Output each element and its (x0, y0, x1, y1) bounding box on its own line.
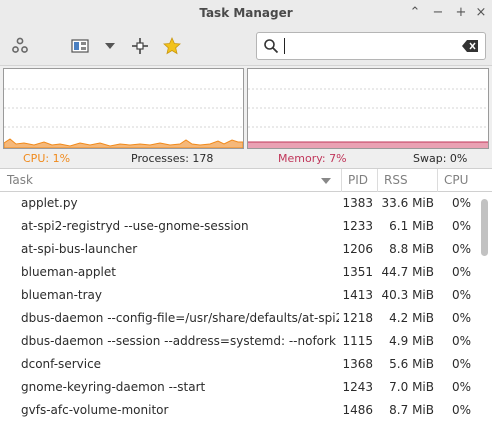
task-pid: 1233 (342, 219, 373, 233)
task-rss: 44.7 MiB (381, 265, 434, 279)
task-name: blueman-applet (21, 265, 116, 279)
task-cpu: 0% (451, 196, 471, 210)
task-name: gvfs-afc-volume-monitor (21, 403, 169, 417)
favorite-star-icon[interactable] (161, 35, 183, 57)
task-pid: 1383 (342, 196, 373, 210)
maximize-icon[interactable]: + (453, 5, 469, 21)
task-cpu: 0% (451, 403, 471, 417)
task-cpu: 0% (451, 288, 471, 302)
task-rss: 6.1 MiB (389, 219, 434, 233)
table-row[interactable]: blueman-tray 1413 40.3 MiB 0% (0, 284, 478, 307)
task-cpu: 0% (451, 311, 471, 325)
task-pid: 1413 (342, 288, 373, 302)
process-list: applet.py 1383 33.6 MiB 0% at-spi2-regis… (0, 192, 478, 425)
task-cpu: 0% (451, 265, 471, 279)
table-row[interactable]: blueman-applet 1351 44.7 MiB 0% (0, 261, 478, 284)
text-caret (284, 38, 285, 54)
task-name: dconf-service (21, 357, 102, 371)
monitor-panel: CPU: 1% Processes: 178 Memory: 7% Swap: … (0, 66, 492, 168)
task-cpu: 0% (451, 219, 471, 233)
table-row[interactable]: dconf-service 1368 5.6 MiB 0% (0, 353, 478, 376)
task-pid: 1206 (342, 242, 373, 256)
toolbar (0, 26, 492, 66)
vertical-scrollbar[interactable] (478, 192, 492, 425)
swap-usage-label: Swap: 0% (413, 152, 468, 165)
task-pid: 1368 (342, 357, 373, 371)
task-name: blueman-tray (21, 288, 103, 302)
task-name: dbus-daemon --session --address=systemd:… (21, 334, 339, 348)
table-header: Task PID RSS CPU (0, 168, 492, 192)
task-rss: 4.2 MiB (389, 311, 434, 325)
task-pid: 1243 (342, 380, 373, 394)
task-name: gnome-keyring-daemon --start (21, 380, 206, 394)
column-divider (377, 169, 378, 192)
table-row[interactable]: gnome-keyring-daemon --start 1243 7.0 Mi… (0, 376, 478, 399)
scrollbar-thumb[interactable] (481, 199, 488, 256)
dropdown-arrow-icon[interactable] (99, 35, 121, 57)
column-task[interactable]: Task (7, 173, 33, 187)
task-rss: 8.7 MiB (389, 403, 434, 417)
sort-descending-icon[interactable] (321, 178, 331, 184)
table-row[interactable]: dbus-daemon --session --address=systemd:… (0, 330, 478, 353)
task-cpu: 0% (451, 334, 471, 348)
task-name: at-spi2-registryd --use-gnome-session (21, 219, 249, 233)
restore-icon[interactable]: ⌃ (407, 5, 423, 21)
task-name: dbus-daemon --config-file=/usr/share/def… (21, 311, 339, 325)
task-pid: 1351 (342, 265, 373, 279)
task-pid: 1218 (342, 311, 373, 325)
task-name: at-spi-bus-launcher (21, 242, 138, 256)
clear-search-icon[interactable] (462, 40, 478, 52)
close-icon[interactable]: × (473, 5, 489, 21)
column-rss[interactable]: RSS (384, 173, 408, 187)
task-pid: 1486 (342, 403, 373, 417)
table-row[interactable]: at-spi2-registryd --use-gnome-session 12… (0, 215, 478, 238)
memory-graph (247, 68, 489, 149)
cpu-usage-label: CPU: 1% (23, 152, 71, 165)
task-rss: 40.3 MiB (381, 288, 434, 302)
minimize-icon[interactable]: − (430, 5, 446, 21)
task-cpu: 0% (451, 380, 471, 394)
task-rss: 5.6 MiB (389, 357, 434, 371)
search-input[interactable] (256, 32, 486, 60)
task-rss: 4.9 MiB (389, 334, 434, 348)
task-name: applet.py (21, 196, 78, 210)
column-cpu[interactable]: CPU (444, 173, 468, 187)
process-count-label: Processes: 178 (131, 152, 214, 165)
column-pid[interactable]: PID (348, 173, 368, 187)
settings-gear-icon[interactable] (9, 35, 31, 57)
column-divider (437, 169, 438, 192)
task-cpu: 0% (451, 242, 471, 256)
column-divider (341, 169, 342, 192)
task-pid: 1115 (342, 334, 373, 348)
task-rss: 8.8 MiB (389, 242, 434, 256)
table-row[interactable]: at-spi-bus-launcher 1206 8.8 MiB 0% (0, 238, 478, 261)
table-row[interactable]: gvfs-afc-volume-monitor 1486 8.7 MiB 0% (0, 399, 478, 422)
task-rss: 7.0 MiB (389, 380, 434, 394)
task-rss: 33.6 MiB (381, 196, 434, 210)
table-row[interactable]: applet.py 1383 33.6 MiB 0% (0, 192, 478, 215)
search-icon (264, 39, 279, 54)
task-cpu: 0% (451, 357, 471, 371)
table-row[interactable]: dbus-daemon --config-file=/usr/share/def… (0, 307, 478, 330)
memory-usage-label: Memory: 7% (278, 152, 347, 165)
crosshair-icon[interactable] (129, 35, 151, 57)
view-columns-icon[interactable] (69, 35, 91, 57)
cpu-graph (3, 68, 244, 149)
title-bar: Task Manager ⌃ − + × (0, 0, 492, 26)
